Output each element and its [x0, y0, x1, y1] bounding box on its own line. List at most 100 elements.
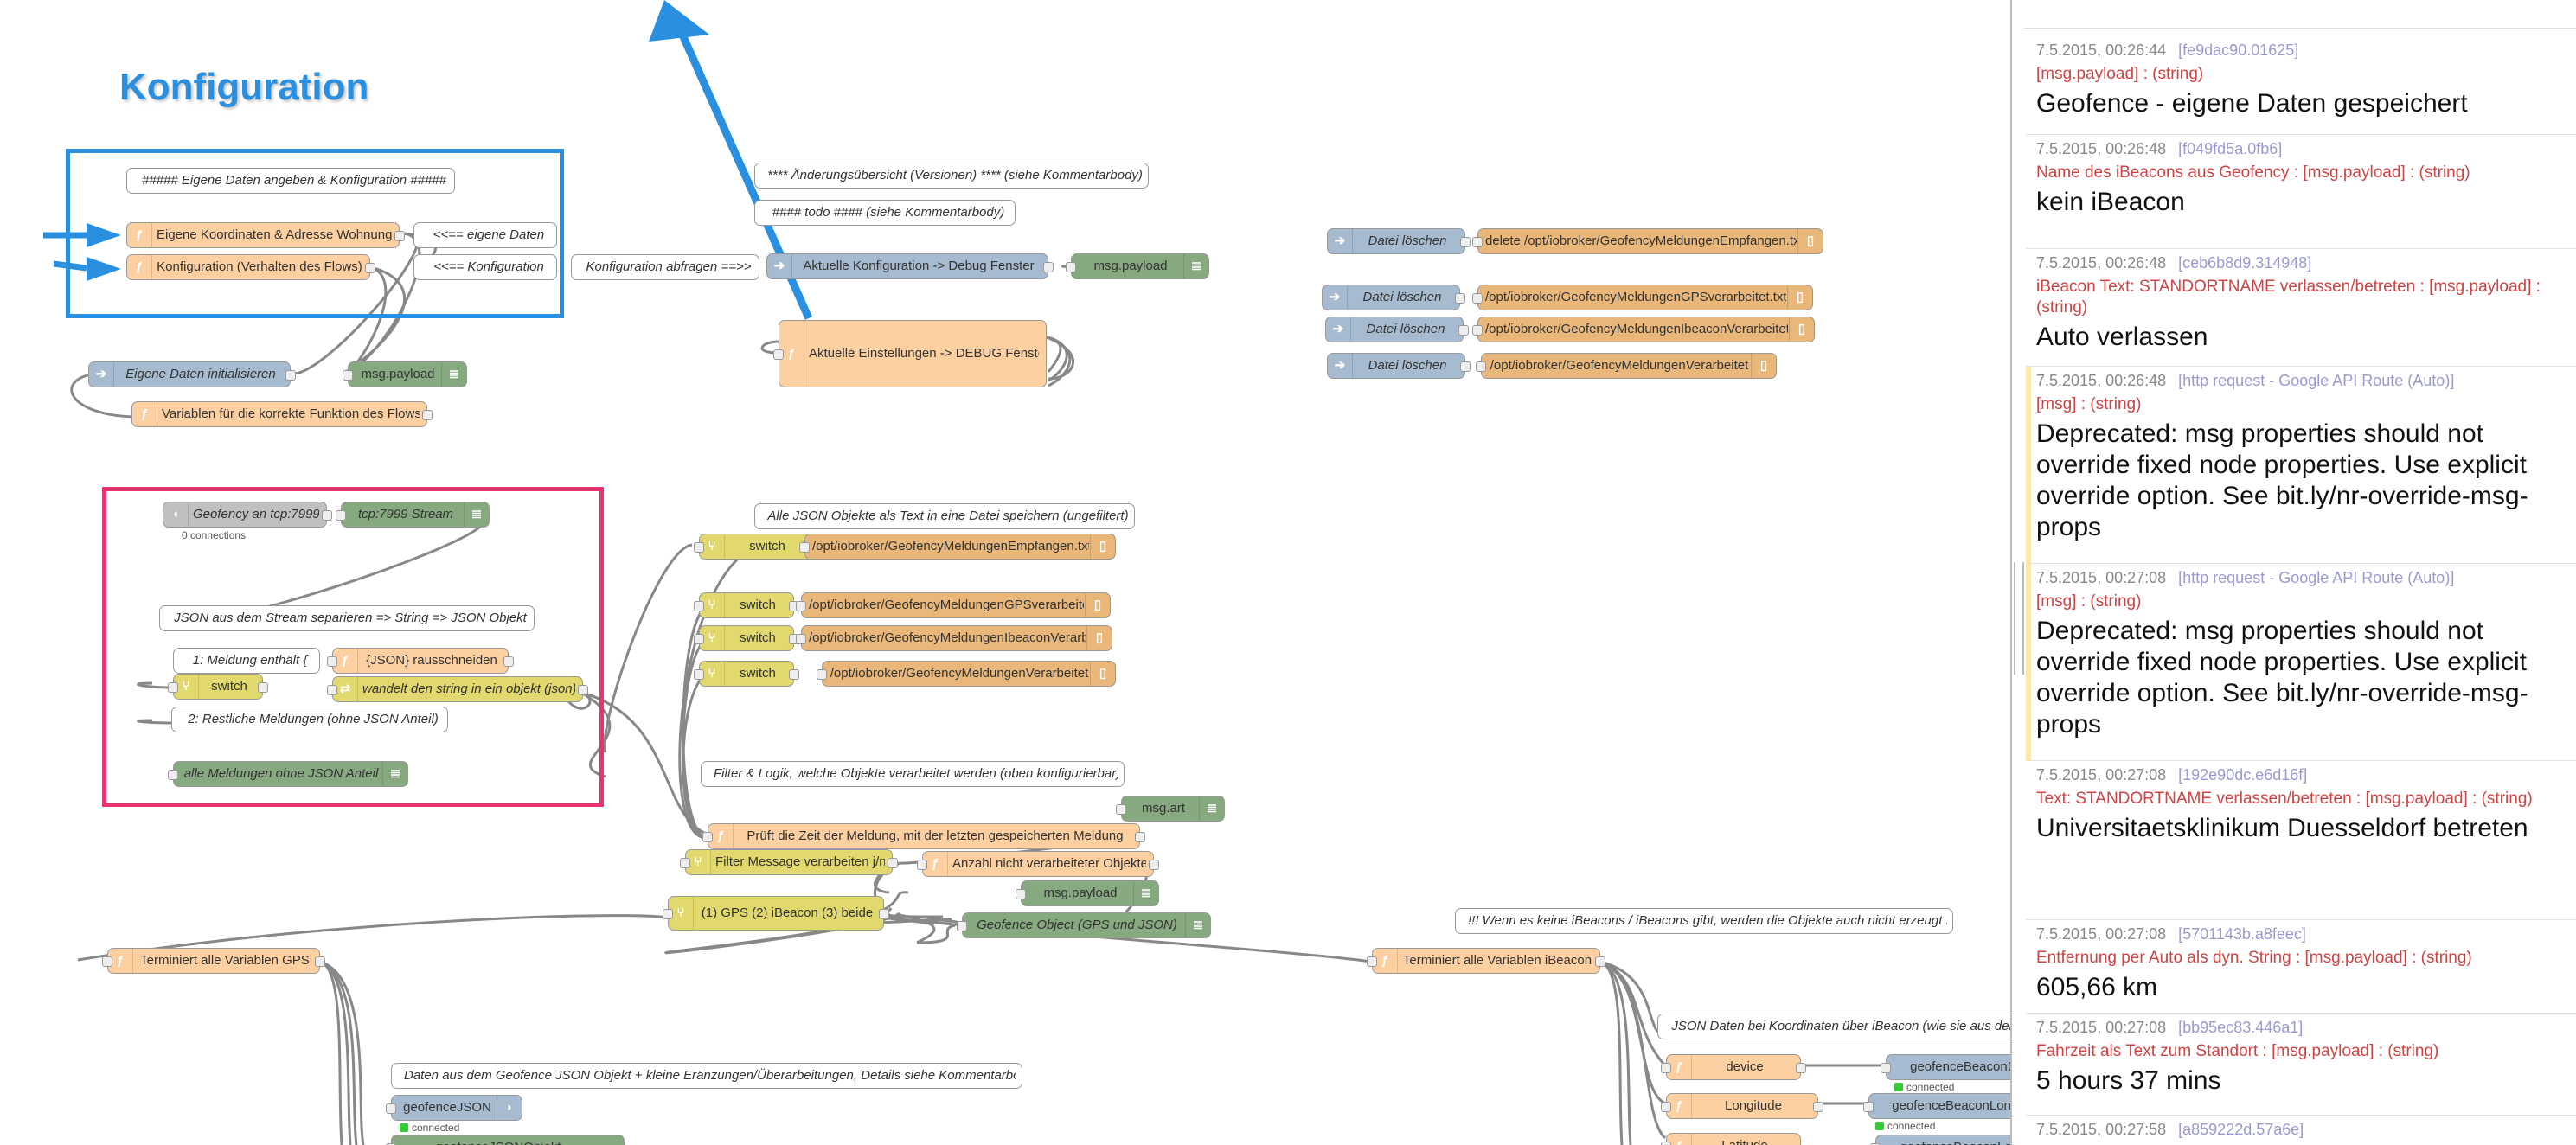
- debug-message[interactable]: 7.5.2015, 00:27:08 [5701143b.a8feec] Entfe…: [2026, 920, 2576, 1014]
- output-port[interactable]: [1796, 1063, 1806, 1073]
- function-node-prueft[interactable]: ƒ Prüft die Zeit der Meldung, mit der let…: [702, 823, 1145, 849]
- input-port[interactable]: [327, 685, 337, 695]
- input-port[interactable]: [663, 909, 673, 919]
- file-node-delete-ibeacon[interactable]: /opt/iobroker/GeofencyMeldungenIbeaconVe…: [1472, 317, 1815, 342]
- debug-message[interactable]: 7.5.2015, 00:26:48 [f049fd5a.0fb6] Name de…: [2026, 135, 2576, 249]
- switch-node-filter[interactable]: ⑂ Filter Message verarbeiten j/n: [680, 849, 898, 875]
- message-source[interactable]: [http request - Google API Route (Auto)]: [2178, 569, 2454, 586]
- inject-node-init[interactable]: ➔ Eigene Daten initialisieren: [88, 361, 296, 387]
- switch-node-a[interactable]: ⑂ switch: [694, 534, 818, 560]
- input-port[interactable]: [694, 669, 704, 680]
- input-port[interactable]: [796, 634, 806, 644]
- output-port[interactable]: [315, 956, 325, 967]
- file-node-delete-gps[interactable]: /opt/iobroker/GeofencyMeldungenGPSverarb…: [1472, 285, 1813, 310]
- inject-node-datei-loeschen-2[interactable]: ➔ Datei löschen: [1322, 285, 1465, 310]
- comment-restliche-meldungen[interactable]: 2: Restliche Meldungen (ohne JSON Anteil…: [171, 707, 448, 732]
- input-port[interactable]: [1472, 237, 1483, 247]
- input-port[interactable]: [168, 682, 178, 693]
- change-node-wandelt[interactable]: ⇄ wandelt den string in ein objekt (json): [327, 676, 588, 702]
- inject-node-datei-loeschen-3[interactable]: ➔ Datei löschen: [1325, 317, 1469, 342]
- switch-node-gps-ibeacon[interactable]: ⑂ (1) GPS (2) iBeacon (3) beide: [663, 896, 889, 931]
- debug-node-msg-art[interactable]: msg.art ≣: [1116, 796, 1225, 822]
- file-node-verarbeitet[interactable]: /opt/iobroker/GeofencyMeldungenVerarbeit…: [817, 661, 1116, 687]
- input-port[interactable]: [694, 634, 704, 644]
- message-source[interactable]: [5701143b.a8feec]: [2178, 925, 2306, 943]
- function-node-variablen[interactable]: ƒ Variablen für die korrekte Funktion des…: [131, 401, 433, 427]
- comment-konfiguration-pointer[interactable]: <<== Konfiguration: [413, 254, 557, 280]
- input-port[interactable]: [336, 510, 346, 521]
- message-source[interactable]: [bb95ec83.446a1]: [2178, 1019, 2303, 1036]
- input-port[interactable]: [102, 956, 112, 967]
- debug-message[interactable]: 7.5.2015, 00:26:48 [http request - Google…: [2026, 367, 2576, 564]
- input-port[interactable]: [168, 770, 178, 780]
- output-port[interactable]: [394, 231, 405, 241]
- output-port[interactable]: [258, 682, 268, 693]
- input-port[interactable]: [702, 832, 713, 842]
- comment-eigene-daten-pointer[interactable]: <<== eigene Daten: [413, 222, 557, 248]
- output-port[interactable]: [879, 909, 889, 919]
- function-node-rausschneiden[interactable]: ƒ {JSON} rausschneiden: [327, 648, 514, 674]
- message-source[interactable]: [a859222d.57a6e]: [2178, 1121, 2304, 1138]
- file-node-ibeacon[interactable]: /opt/iobroker/GeofencyMeldungenIbeaconVe…: [796, 625, 1112, 651]
- inject-node-datei-loeschen-4[interactable]: ➔ Datei löschen: [1327, 353, 1471, 379]
- switch-node-d[interactable]: ⑂ switch: [694, 661, 799, 687]
- function-node-koordinaten[interactable]: ƒ Eigene Koordinaten & Adresse Wohnung: [126, 222, 405, 248]
- input-port[interactable]: [386, 1103, 396, 1114]
- comment-todo[interactable]: #### todo #### (siehe Kommentarbody): [754, 200, 1016, 226]
- output-node-beacon-de[interactable]: geofenceBeaconDe: [1881, 1054, 2010, 1080]
- output-port[interactable]: [789, 669, 799, 680]
- inject-node-aktuelle-konfiguration[interactable]: ➔ Aktuelle Konfiguration -> Debug Fenster: [766, 253, 1054, 279]
- output-node-geofence-json[interactable]: geofenceJSON ◗: [386, 1095, 522, 1121]
- comment-json-separieren[interactable]: JSON aus dem Stream separieren => String…: [159, 605, 535, 631]
- message-source[interactable]: [ceb6b8d9.314948]: [2178, 254, 2311, 272]
- comment-alle-json-objekte[interactable]: Alle JSON Objekte als Text in eine Datei…: [754, 503, 1135, 529]
- output-port[interactable]: [365, 263, 375, 273]
- message-source[interactable]: [f049fd5a.0fb6]: [2178, 140, 2282, 157]
- output-port[interactable]: [1455, 293, 1465, 304]
- input-port[interactable]: [694, 601, 704, 611]
- function-node-terminiert-ibeacon[interactable]: ƒ Terminiert alle Variablen iBeacon: [1367, 948, 1605, 974]
- function-node-latitude[interactable]: ƒLatitude: [1661, 1133, 1801, 1145]
- file-node-gps[interactable]: /opt/iobroker/GeofencyMeldungenGPSverarb…: [796, 592, 1111, 618]
- output-port[interactable]: [1458, 325, 1469, 336]
- debug-sidebar[interactable]: 7.5.2015, 00:26:44 [fe9dac90.01625] [msg.p…: [2010, 0, 2576, 1145]
- input-port[interactable]: [1863, 1102, 1874, 1112]
- comment-keine-ibeacons[interactable]: !!! Wenn es keine iBeacons / iBeacons gi…: [1455, 908, 1953, 934]
- output-port[interactable]: [888, 858, 898, 868]
- input-port[interactable]: [799, 542, 810, 553]
- comment-meldung-enthaelt[interactable]: 1: Meldung enthält {: [173, 648, 320, 674]
- tcp-in-node[interactable]: ◖ Geofency an tcp:7999: [163, 502, 332, 528]
- flow-canvas[interactable]: Konfiguration ##### Eigene Daten angeben…: [0, 0, 2010, 1145]
- function-node-konfiguration[interactable]: ƒ Konfiguration (Verhalten des Flows): [126, 254, 375, 280]
- input-port[interactable]: [1661, 1102, 1671, 1112]
- function-node-einstellungen[interactable]: ƒ Aktuelle Einstellungen -> DEBUG Fenster: [773, 320, 1047, 387]
- output-port[interactable]: [1460, 361, 1471, 372]
- debug-node-payload-1[interactable]: msg.payload ≣: [343, 361, 467, 387]
- input-port[interactable]: [1066, 262, 1076, 272]
- output-port[interactable]: [1460, 237, 1471, 247]
- debug-message[interactable]: 7.5.2015, 00:27:08 [bb95ec83.446a1] Fahrze…: [2026, 1014, 2576, 1116]
- file-node-empfangen[interactable]: /opt/iobroker/GeofencyMeldungenEmpfangen…: [799, 534, 1116, 560]
- debug-message[interactable]: 7.5.2015, 00:26:48 [ceb6b8d9.314948] iBeac…: [2026, 249, 2576, 367]
- function-node-device[interactable]: ƒ device: [1661, 1054, 1806, 1080]
- debug-node-payload-3[interactable]: msg.payload ≣: [1016, 880, 1159, 906]
- output-port[interactable]: [578, 685, 588, 695]
- comment-filter-logik[interactable]: Filter & Logik, welche Objekte verarbeit…: [701, 761, 1125, 787]
- output-port[interactable]: [1135, 832, 1145, 842]
- debug-node-alle-meldungen[interactable]: alle Meldungen ohne JSON Anteil ≣: [168, 761, 408, 787]
- switch-node-c[interactable]: ⑂ switch: [694, 625, 799, 651]
- input-port[interactable]: [957, 921, 967, 931]
- function-node-terminiert-gps[interactable]: ƒ Terminiert alle Variablen GPS: [102, 948, 325, 974]
- input-port[interactable]: [343, 370, 353, 381]
- output-port[interactable]: [1043, 262, 1054, 272]
- input-port[interactable]: [796, 601, 806, 611]
- message-source[interactable]: [fe9dac90.01625]: [2178, 42, 2298, 59]
- output-port[interactable]: [1149, 860, 1159, 870]
- output-port[interactable]: [503, 656, 514, 667]
- input-port[interactable]: [1661, 1142, 1671, 1145]
- comment-json-koordinaten[interactable]: JSON Daten bei Koordinaten über iBeacon …: [1657, 1014, 2010, 1039]
- output-port[interactable]: [1595, 956, 1605, 967]
- input-port[interactable]: [773, 349, 784, 360]
- function-node-longitude[interactable]: ƒ Longitude: [1661, 1093, 1823, 1119]
- input-port[interactable]: [817, 669, 827, 680]
